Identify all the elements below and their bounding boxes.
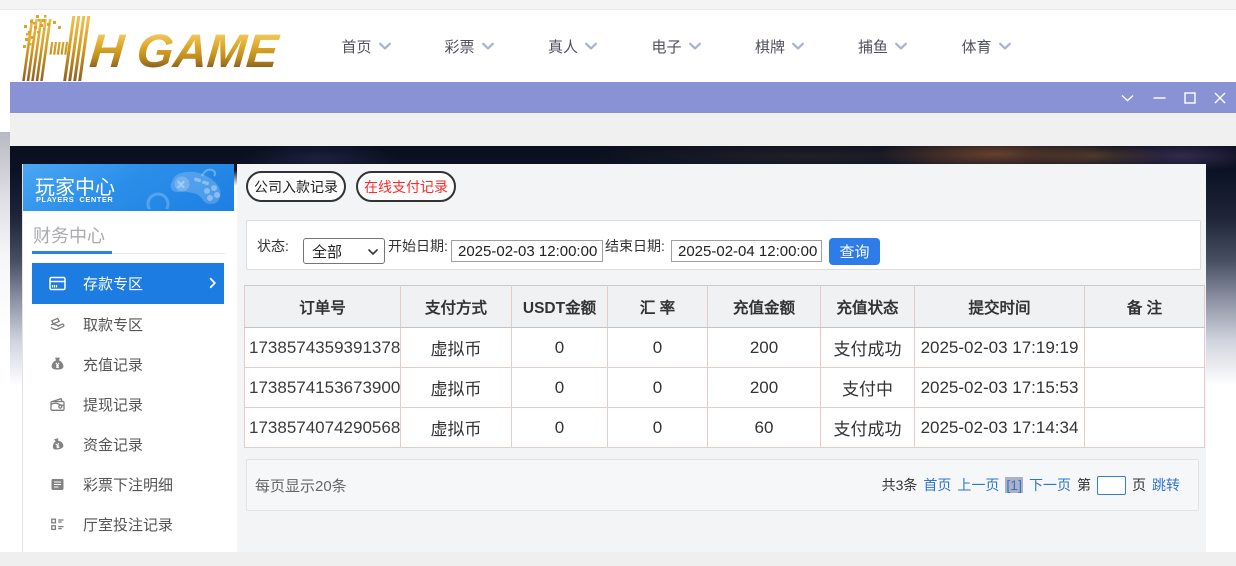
svg-text:H GAME: H GAME bbox=[88, 24, 282, 77]
